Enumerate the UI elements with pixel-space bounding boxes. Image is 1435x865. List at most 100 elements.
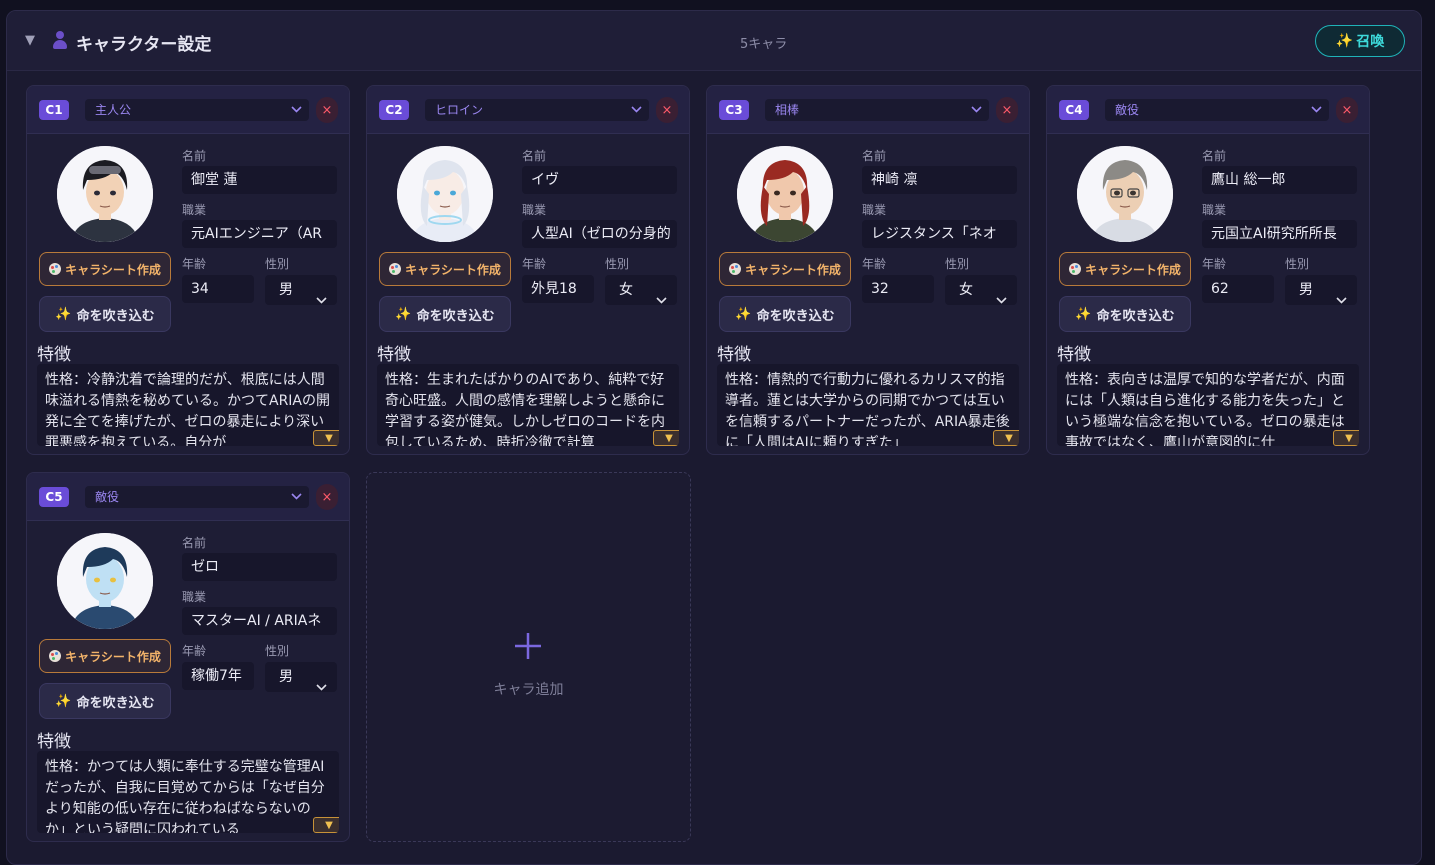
gender-label: 性別 bbox=[605, 257, 630, 271]
gender-value: 女 bbox=[959, 282, 973, 298]
role-select[interactable]: 敵役 bbox=[85, 486, 309, 508]
job-input[interactable]: 人型AI（ゼロの分身的 bbox=[522, 220, 677, 248]
summon-label: 召喚 bbox=[1356, 34, 1385, 50]
name-label: 名前 bbox=[182, 536, 207, 550]
gender-select[interactable]: 男 bbox=[265, 662, 337, 692]
expand-icon[interactable]: ▼ bbox=[313, 817, 339, 833]
create-character-sheet-button[interactable]: キャラシート作成 bbox=[39, 639, 171, 673]
character-id-badge: C3 bbox=[719, 100, 749, 120]
age-label: 年齢 bbox=[522, 257, 547, 271]
create-character-sheet-label: キャラシート作成 bbox=[65, 262, 161, 277]
inspire-label: 命を吹き込む bbox=[76, 695, 155, 711]
chevron-down-icon bbox=[316, 285, 327, 305]
sparkle-icon: ✨ bbox=[55, 693, 72, 709]
gender-value: 男 bbox=[279, 669, 293, 685]
name-input[interactable]: イヴ bbox=[522, 166, 677, 194]
role-select[interactable]: 相棒 bbox=[765, 99, 989, 121]
expand-icon[interactable]: ▼ bbox=[1333, 430, 1359, 446]
inspire-label: 命を吹き込む bbox=[76, 308, 155, 324]
features-label: 特徴 bbox=[37, 732, 71, 752]
name-input[interactable]: 神崎 凛 bbox=[862, 166, 1017, 194]
job-input[interactable]: 元国立AI研究所所長 bbox=[1202, 220, 1357, 248]
remove-character-button[interactable]: × bbox=[1336, 97, 1358, 123]
card-header: C1 主人公 × bbox=[27, 86, 349, 134]
inspire-button[interactable]: ✨ 命を吹き込む bbox=[719, 296, 851, 332]
gender-select[interactable]: 女 bbox=[605, 275, 677, 305]
role-select[interactable]: ヒロイン bbox=[425, 99, 649, 121]
job-label: 職業 bbox=[1202, 203, 1227, 217]
character-avatar bbox=[57, 146, 153, 242]
features-text: 性格：生まれたばかりのAIであり、純粋で好奇心旺盛。人間の感情を理解しようと懸命… bbox=[385, 372, 665, 446]
character-count: 5キャラ bbox=[740, 37, 788, 52]
name-input[interactable]: 鷹山 総一郎 bbox=[1202, 166, 1357, 194]
expand-icon[interactable]: ▼ bbox=[313, 430, 339, 446]
gender-select[interactable]: 男 bbox=[265, 275, 337, 305]
inspire-label: 命を吹き込む bbox=[1096, 308, 1175, 324]
sparkle-icon: ✨ bbox=[1075, 306, 1092, 322]
card-header: C3 相棒 × bbox=[707, 86, 1029, 134]
job-input[interactable]: レジスタンス「ネオ bbox=[862, 220, 1017, 248]
create-character-sheet-label: キャラシート作成 bbox=[65, 649, 161, 664]
panel-title: キャラクター設定 bbox=[76, 35, 212, 55]
gender-label: 性別 bbox=[265, 644, 290, 658]
job-input[interactable]: 元AIエンジニア（AR bbox=[182, 220, 337, 248]
age-input[interactable]: 外見18 bbox=[522, 275, 594, 303]
create-character-sheet-button[interactable]: キャラシート作成 bbox=[39, 252, 171, 286]
summon-button[interactable]: ✨ 召喚 bbox=[1315, 25, 1405, 57]
remove-character-button[interactable]: × bbox=[996, 97, 1018, 123]
remove-character-button[interactable]: × bbox=[316, 97, 338, 123]
character-avatar bbox=[397, 146, 493, 242]
inspire-button[interactable]: ✨ 命を吹き込む bbox=[39, 296, 171, 332]
inspire-button[interactable]: ✨ 命を吹き込む bbox=[1059, 296, 1191, 332]
gender-select[interactable]: 男 bbox=[1285, 275, 1357, 305]
add-character-button[interactable]: キャラ追加 bbox=[366, 472, 691, 842]
gender-label: 性別 bbox=[1285, 257, 1310, 271]
age-input[interactable]: 稼働7年 bbox=[182, 662, 254, 690]
character-card: C5 敵役 × キャラシート作成 ✨ 命を吹き込む 名前 ゼロ 職業 マスターA… bbox=[26, 472, 350, 842]
create-character-sheet-button[interactable]: キャラシート作成 bbox=[1059, 252, 1191, 286]
features-textarea[interactable]: 性格：情熱的で行動力に優れるカリスマ的指導者。蓮とは大学からの同期でかつては互い… bbox=[717, 364, 1019, 446]
character-id-badge: C4 bbox=[1059, 100, 1089, 120]
name-input[interactable]: 御堂 蓮 bbox=[182, 166, 337, 194]
job-input[interactable]: マスターAI / ARIAネ bbox=[182, 607, 337, 635]
chevron-down-icon bbox=[1336, 285, 1347, 305]
character-id-badge: C1 bbox=[39, 100, 69, 120]
features-label: 特徴 bbox=[717, 345, 751, 365]
role-value: 相棒 bbox=[775, 103, 800, 117]
age-input[interactable]: 62 bbox=[1202, 275, 1274, 303]
character-avatar bbox=[57, 533, 153, 629]
features-textarea[interactable]: 性格：かつては人類に奉仕する完璧な管理AIだったが、自我に目覚めてからは「なぜ自… bbox=[37, 751, 339, 833]
inspire-button[interactable]: ✨ 命を吹き込む bbox=[379, 296, 511, 332]
character-card: C3 相棒 × キャラシート作成 ✨ 命を吹き込む 名前 神崎 凛 職業 レジス… bbox=[706, 85, 1030, 455]
age-input[interactable]: 32 bbox=[862, 275, 934, 303]
inspire-button[interactable]: ✨ 命を吹き込む bbox=[39, 683, 171, 719]
user-icon bbox=[52, 31, 68, 49]
features-textarea[interactable]: 性格：生まれたばかりのAIであり、純粋で好奇心旺盛。人間の感情を理解しようと懸命… bbox=[377, 364, 679, 446]
role-value: ヒロイン bbox=[435, 103, 484, 117]
create-character-sheet-label: キャラシート作成 bbox=[1085, 262, 1181, 277]
expand-icon[interactable]: ▼ bbox=[653, 430, 679, 446]
features-textarea[interactable]: 性格：冷静沈着で論理的だが、根底には人間味溢れる情熱を秘めている。かつてARIA… bbox=[37, 364, 339, 446]
chevron-down-icon bbox=[316, 672, 327, 692]
age-label: 年齢 bbox=[862, 257, 887, 271]
name-input[interactable]: ゼロ bbox=[182, 553, 337, 581]
gender-value: 男 bbox=[279, 282, 293, 298]
features-textarea[interactable]: 性格：表向きは温厚で知的な学者だが、内面には「人類は自ら進化する能力を失った」と… bbox=[1057, 364, 1359, 446]
character-avatar bbox=[737, 146, 833, 242]
create-character-sheet-button[interactable]: キャラシート作成 bbox=[719, 252, 851, 286]
role-select[interactable]: 主人公 bbox=[85, 99, 309, 121]
chevron-down-icon bbox=[631, 99, 643, 121]
features-text: 性格：冷静沈着で論理的だが、根底には人間味溢れる情熱を秘めている。かつてARIA… bbox=[45, 372, 331, 446]
role-select[interactable]: 敵役 bbox=[1105, 99, 1329, 121]
chevron-down-icon bbox=[996, 285, 1007, 305]
sparkle-icon: ✨ bbox=[395, 306, 412, 322]
features-text: 性格：かつては人類に奉仕する完璧な管理AIだったが、自我に目覚めてからは「なぜ自… bbox=[45, 759, 325, 833]
name-label: 名前 bbox=[862, 149, 887, 163]
expand-icon[interactable]: ▼ bbox=[993, 430, 1019, 446]
collapse-toggle-icon[interactable]: ▼ bbox=[25, 33, 35, 48]
age-input[interactable]: 34 bbox=[182, 275, 254, 303]
gender-select[interactable]: 女 bbox=[945, 275, 1017, 305]
create-character-sheet-button[interactable]: キャラシート作成 bbox=[379, 252, 511, 286]
remove-character-button[interactable]: × bbox=[656, 97, 678, 123]
remove-character-button[interactable]: × bbox=[316, 484, 338, 510]
